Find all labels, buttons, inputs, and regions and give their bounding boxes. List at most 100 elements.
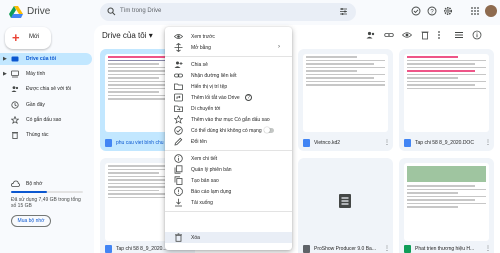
file-name: Tap chi 58 8_9_2020.DOC (415, 140, 474, 146)
preview-icon[interactable] (402, 30, 412, 40)
more-options-icon[interactable]: ⋮ (485, 245, 491, 252)
menu-divider (165, 211, 292, 212)
offline-status-icon[interactable] (411, 6, 421, 16)
expand-caret-icon[interactable]: ▶ (3, 71, 7, 77)
open-with-icon (174, 43, 183, 52)
menu-item-get-link[interactable]: Nhận đường liên kết (165, 70, 292, 81)
more-options-icon[interactable]: ⋮ (485, 139, 491, 146)
sidebar-item-starred[interactable]: Có gắn dấu sao (0, 114, 92, 126)
help-icon[interactable]: ? (245, 94, 252, 101)
page-title[interactable]: Drive của tôi ▾ (102, 31, 153, 40)
file-name: ProShow Producer 9.0 Ba... (314, 246, 376, 252)
file-card[interactable]: Phat trien thương hiệu H... ⋮ (399, 158, 494, 253)
menu-item-add-shortcut[interactable]: Thêm lối tắt vào Drive ? (165, 92, 292, 103)
search-icon (107, 7, 116, 16)
versions-icon (174, 165, 183, 174)
menu-item-label: Di chuyển tới (191, 106, 221, 112)
menu-item-label: Quản lý phiên bản (191, 167, 232, 173)
sidebar-item-label: Máy tính (26, 71, 46, 77)
menu-item-make-copy[interactable]: Tạo bản sao (165, 175, 292, 186)
file-type-icon (303, 245, 310, 253)
menu-item-manage-versions[interactable]: Quản lý phiên bản (165, 164, 292, 175)
document-icon (404, 139, 411, 147)
search-bar[interactable]: Tìm trong Drive (100, 3, 356, 21)
menu-item-move-to[interactable]: Di chuyển tới (165, 103, 292, 114)
document-icon (105, 245, 112, 253)
cloud-icon (11, 180, 20, 187)
chevron-right-icon: › (278, 44, 280, 50)
info-icon[interactable] (472, 30, 482, 40)
link-icon (174, 73, 183, 78)
menu-item-show-location[interactable]: Hiển thị vị trí tệp (165, 81, 292, 92)
apps-icon[interactable] (470, 6, 480, 16)
buy-storage-button[interactable]: Mua bộ nhớ (11, 215, 51, 227)
sidebar-item-my-drive[interactable]: ▶ Drive của tôi (0, 53, 92, 65)
offline-icon (174, 126, 183, 135)
more-options-icon[interactable]: ⋮ (384, 139, 390, 146)
menu-item-remove[interactable]: Xóa (165, 232, 292, 243)
menu-item-label: Báo cáo lạm dụng (191, 189, 232, 195)
download-icon (175, 198, 182, 207)
file-card-header: Vietnco.kd2 ⋮ (298, 136, 393, 150)
menu-item-download[interactable]: Tải xuống (165, 197, 292, 208)
menu-item-report-abuse[interactable]: Báo cáo lạm dụng (165, 186, 292, 197)
sidebar: + Mới ▶ Drive của tôi ▶ Máy tính Được ch… (0, 25, 92, 253)
drive-logo-icon[interactable] (9, 6, 23, 18)
sidebar-item-label: Được chia sẻ với tôi (26, 86, 71, 92)
star-icon (11, 116, 19, 124)
help-icon[interactable]: ? (427, 6, 437, 16)
file-card[interactable]: Vietnco.kd2 ⋮ (298, 49, 393, 151)
menu-item-preview[interactable]: Xem trước (165, 31, 292, 42)
file-card[interactable]: ProShow Producer 9.0 Ba... ⋮ (298, 158, 393, 253)
search-input[interactable]: Tìm trong Drive (120, 8, 161, 14)
file-thumbnail (404, 54, 489, 132)
menu-item-open-with[interactable]: Mở bằng › (165, 42, 292, 53)
context-menu: Xem trước Mở bằng › Chia sẻ Nhận đường l… (165, 27, 292, 250)
menu-item-label: Thêm vào thư mục Có gắn dấu sao (191, 117, 270, 123)
top-bar: Drive Tìm trong Drive ? (0, 0, 500, 25)
search-options-icon[interactable] (339, 7, 348, 16)
menu-item-label: Xem chi tiết (191, 156, 218, 162)
file-thumbnail (303, 54, 388, 132)
menu-item-available-offline[interactable]: Có thể dùng khi không có mạng (165, 125, 292, 136)
document-icon (303, 139, 310, 147)
move-icon (174, 105, 183, 112)
storage-progress-fill (11, 191, 47, 193)
sidebar-item-trash[interactable]: Thùng rác (0, 129, 92, 141)
drive-icon (11, 56, 19, 62)
new-button-label: Mới (29, 34, 40, 40)
menu-item-label: Tạo bản sao (191, 178, 219, 184)
expand-caret-icon[interactable]: ▶ (3, 56, 7, 62)
file-card[interactable]: Tap chi 58 8_9_2020.DOC ⋮ (399, 49, 494, 151)
storage-label[interactable]: Bộ nhớ (26, 181, 42, 187)
sidebar-item-label: Có gắn dấu sao (26, 117, 62, 123)
star-icon (174, 115, 183, 124)
sidebar-item-label: Drive của tôi (26, 56, 57, 62)
sidebar-item-recent[interactable]: Gần đây (0, 99, 92, 111)
menu-item-label: Xóa (191, 235, 200, 241)
link-icon[interactable] (384, 30, 394, 40)
list-view-icon[interactable] (454, 30, 464, 40)
sidebar-item-shared[interactable]: Được chia sẻ với tôi (0, 83, 92, 95)
file-thumbnail (303, 163, 388, 241)
clock-icon (11, 101, 19, 109)
sidebar-item-computers[interactable]: ▶ Máy tính (0, 68, 92, 80)
menu-item-view-details[interactable]: Xem chi tiết (165, 153, 292, 164)
new-button[interactable]: + Mới (5, 27, 51, 49)
more-actions-icon[interactable] (436, 30, 442, 40)
people-icon[interactable] (366, 30, 376, 40)
menu-item-share[interactable]: Chia sẻ (165, 59, 292, 70)
delete-icon[interactable] (420, 30, 430, 40)
menu-item-add-starred[interactable]: Thêm vào thư mục Có gắn dấu sao (165, 114, 292, 125)
settings-icon[interactable] (443, 6, 453, 16)
folder-icon (174, 83, 183, 90)
computer-icon (11, 70, 19, 78)
more-options-icon[interactable]: ⋮ (384, 245, 390, 252)
menu-item-label: Hiển thị vị trí tệp (191, 84, 228, 90)
offline-toggle[interactable] (264, 127, 274, 133)
menu-divider (165, 150, 292, 151)
file-card-header: Phat trien thương hiệu H... ⋮ (399, 242, 494, 253)
delete-icon (175, 233, 182, 242)
account-avatar[interactable] (485, 5, 497, 17)
menu-item-rename[interactable]: Đổi tên (165, 136, 292, 147)
